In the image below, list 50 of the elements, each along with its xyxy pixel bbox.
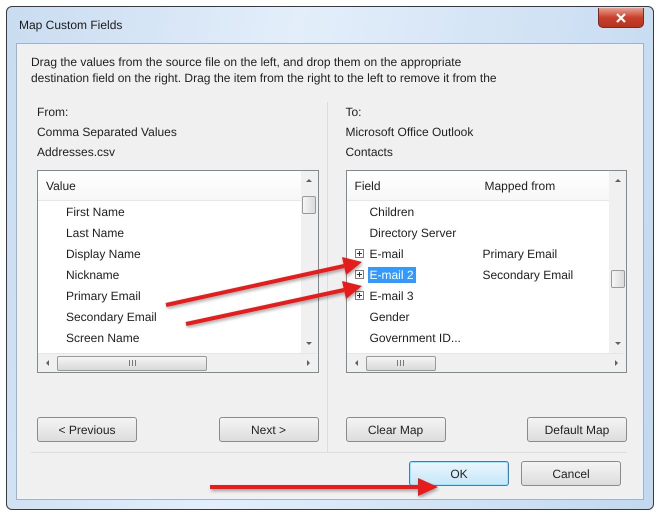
scroll-up-icon[interactable] (614, 179, 620, 182)
close-button[interactable] (598, 8, 644, 28)
column-header[interactable]: Mapped from (482, 178, 556, 192)
scroll-thumb[interactable] (366, 356, 436, 370)
expand-icon[interactable] (354, 291, 364, 300)
column-header[interactable]: Value (46, 178, 76, 192)
list-item[interactable]: Display Name (66, 246, 141, 260)
mapped-value: Primary Email (482, 246, 558, 260)
scroll-down-icon[interactable] (306, 342, 312, 345)
field-item[interactable]: Directory Server (368, 224, 458, 240)
previous-button[interactable]: < Previous (37, 417, 137, 442)
field-item[interactable]: Gender (368, 308, 412, 324)
instruction-text: Drag the values from the source file on the left, and drop them on the appropriate (31, 54, 462, 70)
expand-icon[interactable] (354, 270, 364, 279)
default-map-button[interactable]: Default Map (527, 417, 627, 442)
destination-folder: Contacts (346, 144, 394, 161)
scroll-down-icon[interactable] (614, 342, 620, 345)
list-item[interactable]: Nickname (66, 268, 120, 282)
close-icon (615, 12, 627, 22)
scroll-up-icon[interactable] (306, 179, 312, 182)
mapped-value: Secondary Email (482, 268, 574, 282)
instruction-text: destination field on the right. Drag the item from the right to the left to remove it from the (31, 70, 498, 86)
field-item[interactable]: E-mail 3 (368, 288, 416, 304)
ok-button[interactable]: OK (409, 461, 509, 486)
destination-app: Microsoft Office Outlook (346, 124, 474, 141)
expand-icon[interactable] (354, 249, 364, 258)
to-label: To: (346, 104, 363, 121)
scroll-thumb[interactable] (57, 356, 207, 370)
source-file: Addresses.csv (37, 144, 116, 161)
scroll-right-icon[interactable] (615, 360, 618, 366)
field-item[interactable]: Children (368, 204, 416, 220)
field-item[interactable]: E-mail (368, 246, 406, 262)
list-item[interactable]: First Name (66, 204, 125, 218)
clear-map-button[interactable]: Clear Map (346, 417, 446, 442)
list-item[interactable]: Screen Name (66, 330, 140, 344)
list-item[interactable]: Secondary Email (66, 310, 157, 324)
list-item[interactable]: Last Name (66, 226, 124, 240)
list-item[interactable]: Primary Email (66, 288, 141, 302)
scroll-thumb[interactable] (610, 270, 624, 288)
field-item[interactable]: Government ID... (368, 330, 463, 346)
window-title: Map Custom Fields (19, 18, 122, 32)
scroll-left-icon[interactable] (354, 360, 358, 366)
next-button[interactable]: Next > (218, 417, 318, 442)
from-label: From: (37, 104, 70, 121)
scroll-right-icon[interactable] (306, 360, 310, 366)
scroll-thumb[interactable] (302, 196, 316, 214)
source-type: Comma Separated Values (37, 124, 178, 141)
cancel-button[interactable]: Cancel (521, 461, 621, 486)
column-header[interactable]: Field (346, 178, 482, 192)
scroll-left-icon[interactable] (46, 360, 49, 366)
